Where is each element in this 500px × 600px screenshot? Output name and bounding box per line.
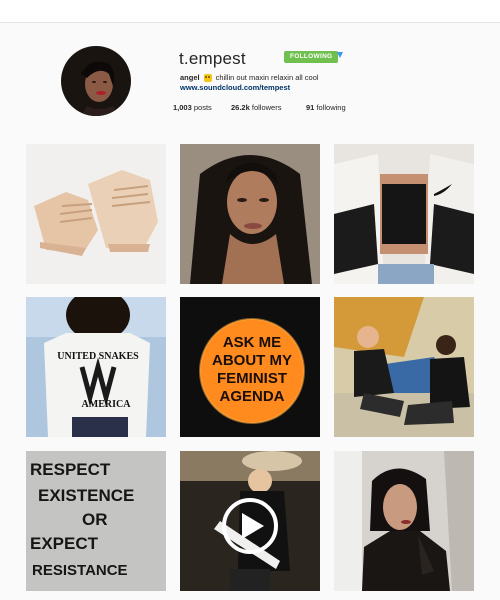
button-text-line-1: ASK ME — [223, 334, 281, 351]
posts-count: 1,003 — [173, 103, 192, 112]
smiling-face-emoji-icon — [203, 73, 212, 82]
top-navigation-bar — [0, 0, 500, 23]
post-united-snakes-shirt[interactable]: UNITED SNAKES AMERICA — [26, 297, 166, 437]
bio-name: angel — [180, 73, 200, 82]
button-text-line-2: ABOUT MY — [212, 352, 292, 369]
following-button[interactable]: FOLLOWING — [284, 51, 339, 63]
post-band-group[interactable] — [334, 297, 474, 437]
caret-down-icon[interactable] — [337, 52, 343, 58]
profile-website-link[interactable]: www.soundcloud.com/tempest — [180, 83, 290, 92]
graffiti-line-3: OR — [82, 510, 108, 529]
followers-stat[interactable]: 26.2k followers — [231, 103, 281, 112]
shirt-text-bottom: AMERICA — [82, 399, 132, 410]
graffiti-line-1: RESPECT — [30, 460, 111, 479]
button-text-line-3: FEMINIST — [217, 370, 287, 387]
following-count: 91 — [306, 103, 315, 112]
post-feminist-button[interactable]: ASK ME ABOUT MY FEMINIST AGENDA — [180, 297, 320, 437]
shirt-text-top: UNITED SNAKES — [57, 351, 139, 362]
profile-avatar[interactable] — [61, 46, 131, 116]
following-label: following — [316, 103, 346, 112]
graffiti-line-5: RESISTANCE — [32, 562, 128, 579]
posts-label: posts — [193, 103, 212, 112]
followers-count: 26.2k — [231, 103, 250, 112]
button-text-line-4: AGENDA — [219, 388, 284, 405]
post-graffiti-wall[interactable]: RESPECT EXISTENCE OR EXPECT RESISTANCE — [26, 451, 166, 591]
post-track-jacket[interactable] — [334, 144, 474, 284]
posts-stat: 1,003 posts — [173, 103, 212, 112]
following-stat[interactable]: 91 following — [306, 103, 346, 112]
post-beige-sneakers[interactable] — [26, 144, 166, 284]
post-portrait-braids[interactable] — [180, 144, 320, 284]
post-guitar-performance-video[interactable] — [180, 451, 320, 591]
profile-bio: angel chillin out maxin relaxin all cool — [180, 73, 319, 82]
bio-text: chillin out maxin relaxin all cool — [215, 73, 319, 82]
graffiti-line-4: EXPECT — [30, 534, 99, 553]
profile-username: t.empest — [179, 49, 246, 68]
post-leather-jacket-portrait[interactable] — [334, 451, 474, 591]
followers-label: followers — [251, 103, 282, 112]
graffiti-line-2: EXISTENCE — [38, 486, 134, 505]
